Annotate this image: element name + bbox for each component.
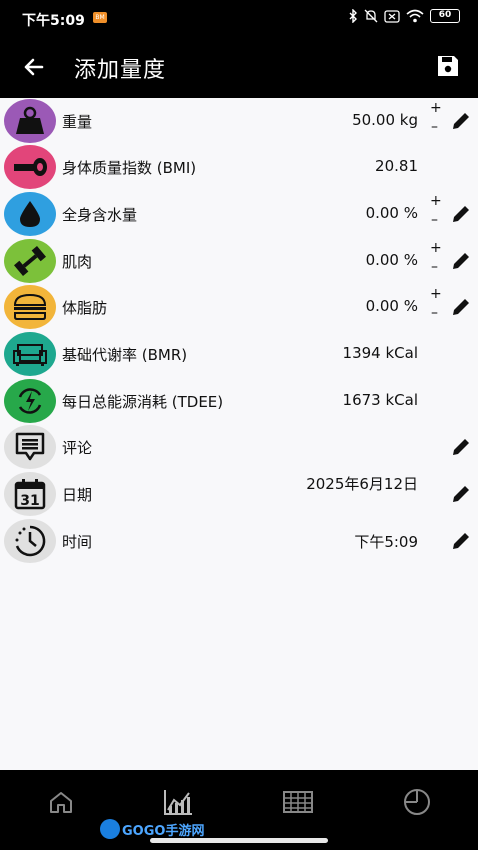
row-label: 身体质量指数 (BMI) [62,159,197,177]
row-bmr: 基础代谢率 (BMR) 1394 kCal [0,331,478,377]
mute-icon [364,9,378,23]
row-muscle: 肌肉 0.00 % + – [0,238,478,284]
notification-badge: BM [93,12,107,23]
burger-icon [13,293,47,320]
pencil-icon[interactable] [450,250,472,272]
energy-cycle-icon [18,388,42,414]
weight-icon [16,106,44,134]
row-comment: 评论 [0,424,478,470]
bluetooth-icon [349,9,357,23]
app-bar: 添加量度 [0,36,478,98]
clock-icon-circle [4,519,56,563]
clock-icon [15,525,46,557]
pencil-icon[interactable] [450,483,472,505]
row-value: 1394 kCal [342,344,418,362]
comment-icon [15,432,45,461]
increment-icon[interactable]: + [430,100,442,116]
row-weight: 重量 50.00 kg + – [0,98,478,144]
row-value[interactable]: 50.00 kg [352,111,418,129]
weight-icon-circle [4,99,56,143]
value-stepper[interactable]: + – [428,240,442,280]
drop-icon-circle [4,192,56,236]
row-label: 肌肉 [62,253,93,271]
dumbbell-icon-circle [4,239,56,283]
row-label: 日期 [62,486,93,504]
calendar-day-label: 31 [20,493,39,509]
burger-icon-circle [4,285,56,329]
home-indicator[interactable] [150,838,328,843]
row-value[interactable]: 0.00 % [366,204,418,222]
row-value[interactable]: 0.00 % [366,251,418,269]
tape-icon [14,158,47,176]
sofa-icon [13,344,47,366]
close-box-icon [384,9,400,23]
row-label: 全身含水量 [62,206,138,224]
pencil-icon[interactable] [450,203,472,225]
comment-icon-circle [4,425,56,469]
row-label: 体脂肪 [62,299,108,317]
row-label: 重量 [62,113,93,131]
page-title: 添加量度 [74,58,167,83]
row-value[interactable]: 2025年6月12日 [298,474,418,494]
value-stepper[interactable]: + – [428,286,442,326]
status-icons: 60 [348,9,460,23]
watermark-logo: GOGO手游网 [100,818,204,840]
chart-icon[interactable] [162,788,194,816]
sofa-icon-circle [4,332,56,376]
watermark-text: GOGO手游网 [122,823,205,839]
row-label: 基础代谢率 (BMR) [62,346,188,364]
tape-icon-circle [4,145,56,189]
pencil-icon[interactable] [450,436,472,458]
row-body-fat: 体脂肪 0.00 % + – [0,284,478,330]
energy-cycle-icon-circle [4,379,56,423]
value-stepper[interactable]: + – [428,100,442,140]
pencil-icon[interactable] [450,530,472,552]
pencil-icon[interactable] [450,296,472,318]
pie-chart-icon[interactable] [401,788,433,816]
row-value[interactable]: 下午5:09 [354,531,418,552]
row-label: 时间 [62,533,93,551]
decrement-icon[interactable]: – [431,212,438,228]
value-stepper[interactable]: + – [428,193,442,233]
increment-icon[interactable]: + [430,286,442,302]
increment-icon[interactable]: + [430,240,442,256]
decrement-icon[interactable]: – [431,119,438,135]
row-value: 1673 kCal [342,391,418,409]
calendar-icon-circle: 31 [4,472,56,516]
row-tdee: 每日总能源消耗 (TDEE) 1673 kCal [0,378,478,424]
row-water: 全身含水量 0.00 % + – [0,191,478,237]
increment-icon[interactable]: + [430,193,442,209]
save-icon[interactable] [436,54,460,78]
battery-icon: 60 [430,9,460,23]
table-icon[interactable] [282,788,314,816]
status-time: 下午5:09 [22,13,85,29]
row-value: 20.81 [375,157,418,175]
calendar-icon: 31 [14,479,46,510]
row-bmi: 身体质量指数 (BMI) 20.81 [0,144,478,190]
home-icon[interactable] [45,788,77,816]
arrow-back-icon[interactable] [20,53,48,81]
decrement-icon[interactable]: – [431,305,438,321]
row-date: 31 日期 2025年6月12日 [0,471,478,517]
row-label: 每日总能源消耗 (TDEE) [62,393,224,411]
row-time: 时间 下午5:09 [0,518,478,564]
watermark-circle [100,819,120,839]
row-label: 评论 [62,439,93,457]
measurement-list: 重量 50.00 kg + – 身体质量指数 (BMI) 20.81 全身含水量 … [0,98,478,770]
dumbbell-icon [14,246,46,276]
wifi-icon [406,9,424,23]
row-value[interactable]: 0.00 % [366,297,418,315]
decrement-icon[interactable]: – [431,259,438,275]
drop-icon [20,201,40,227]
pencil-icon[interactable] [450,110,472,132]
status-bar: 下午5:09 BM 60 [0,0,478,36]
